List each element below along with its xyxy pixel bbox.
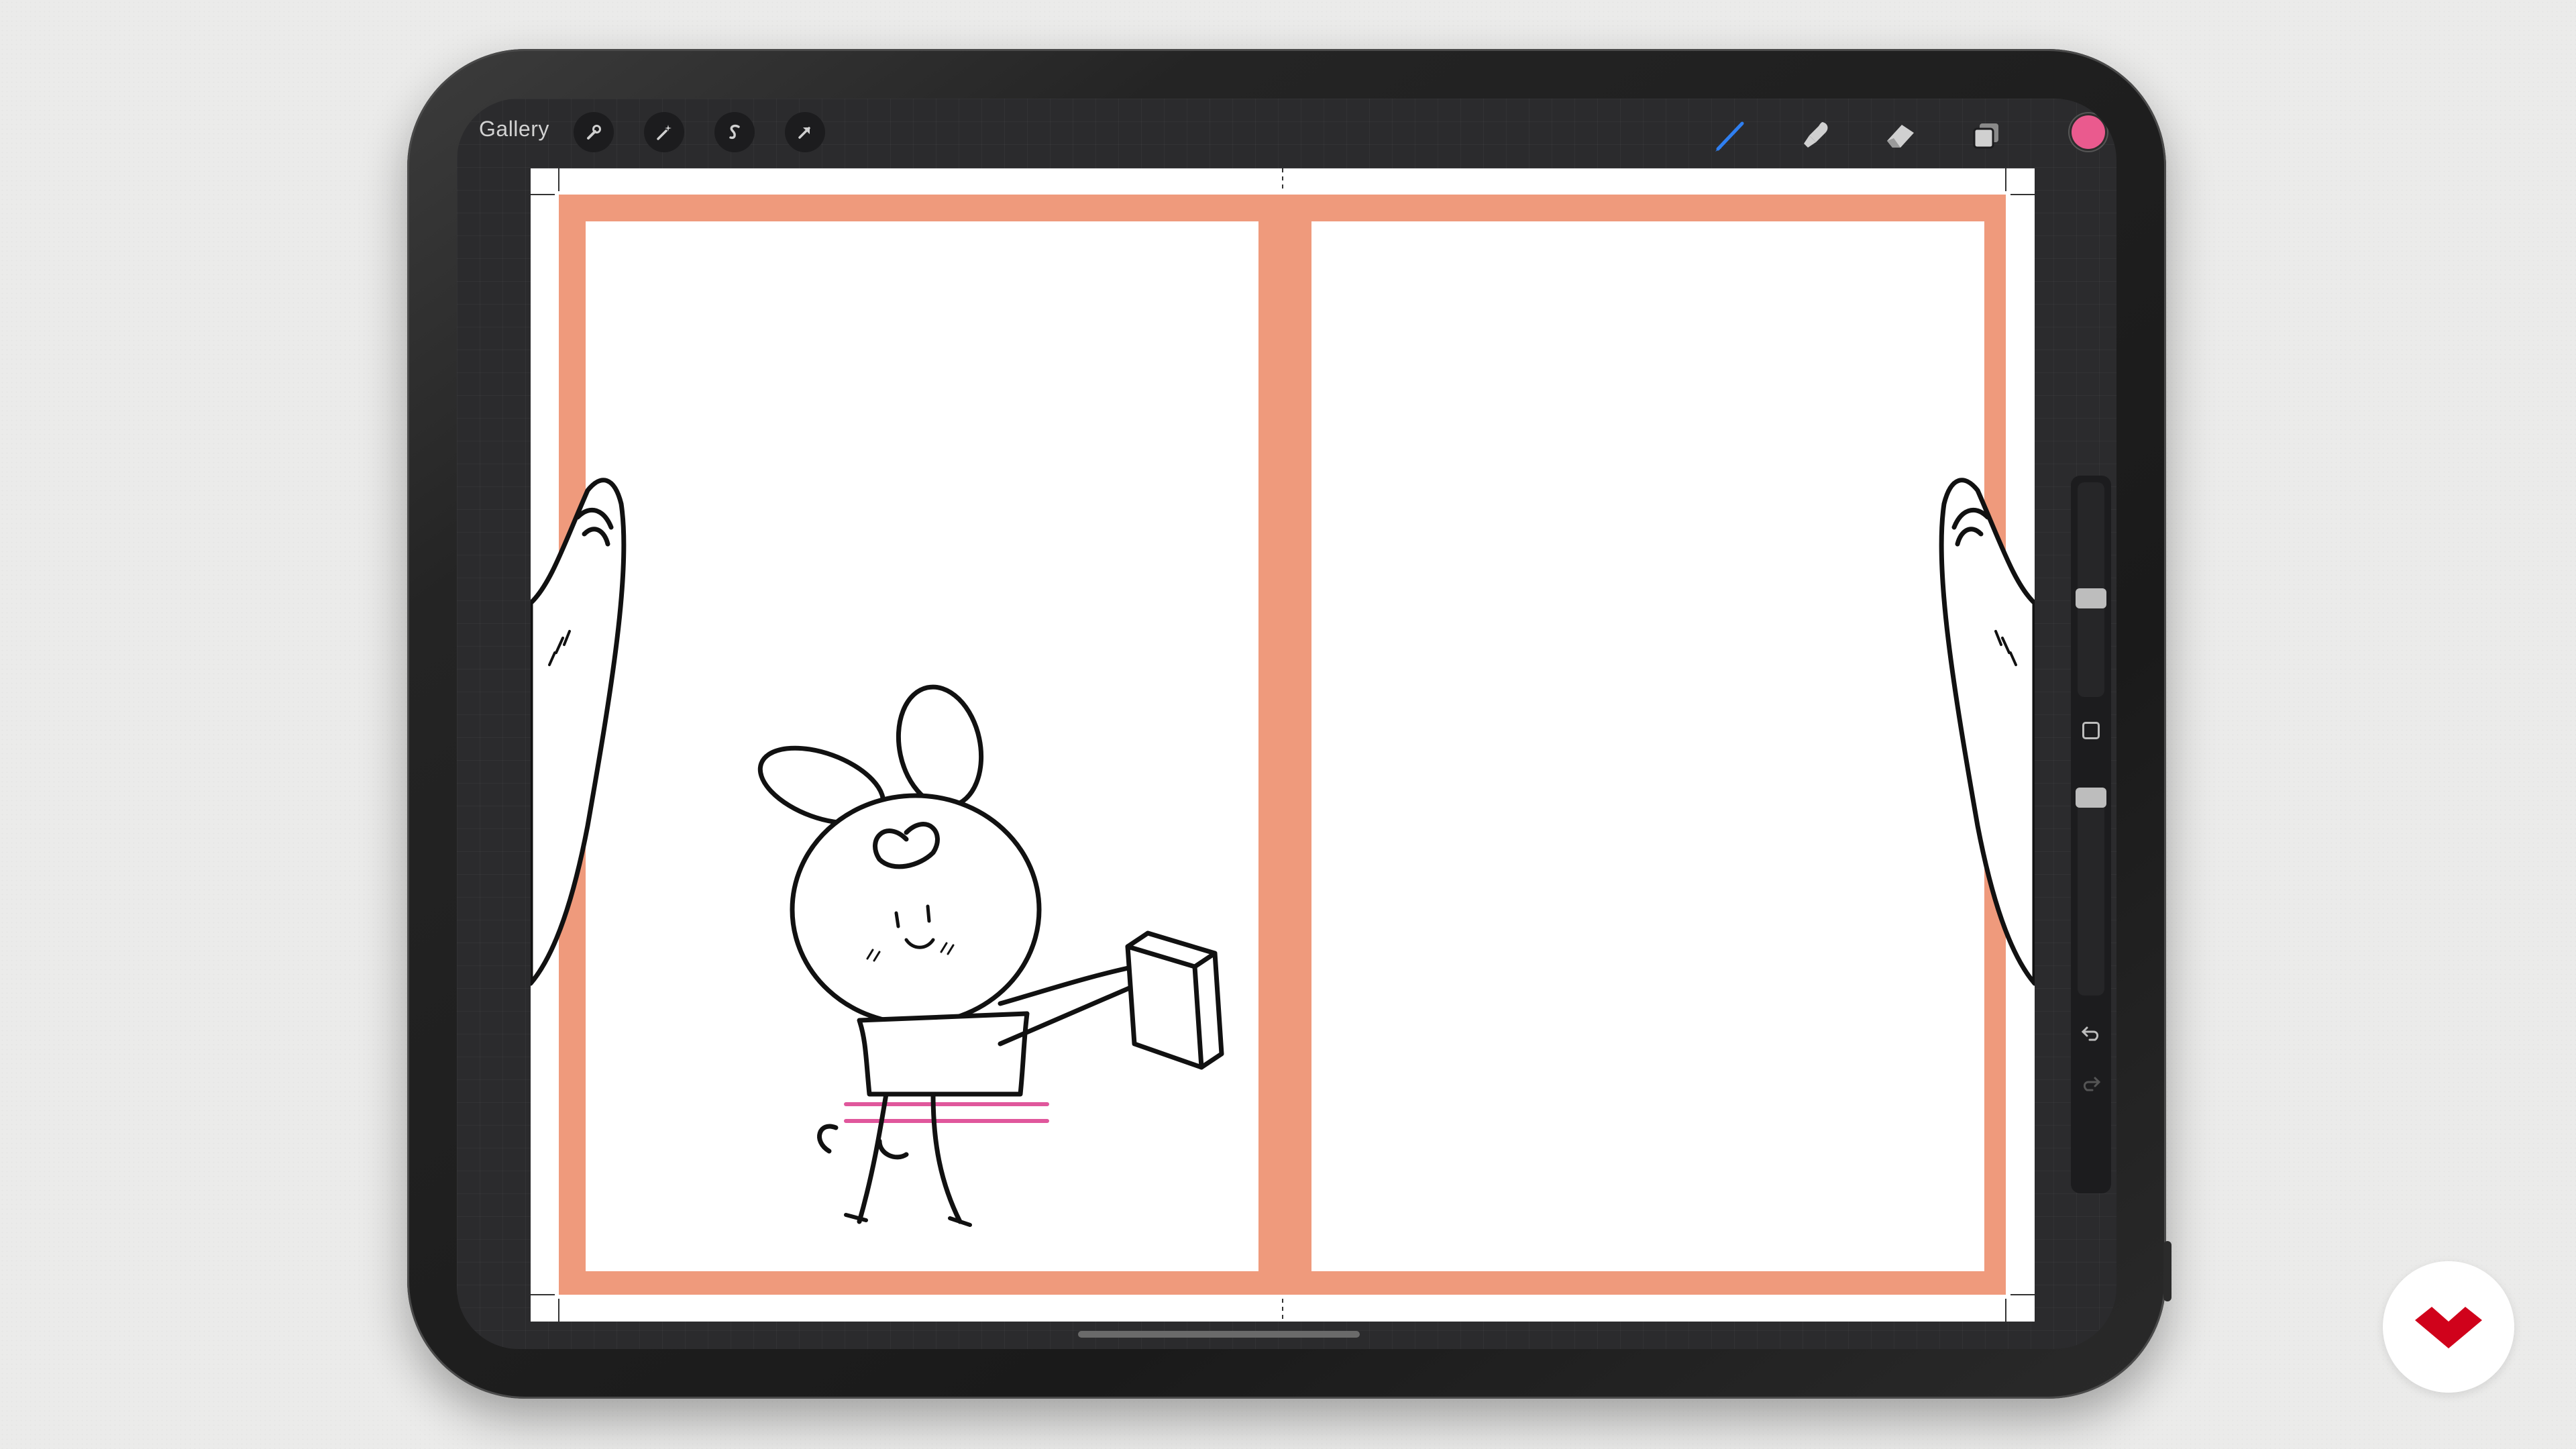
selection-icon bbox=[729, 124, 740, 140]
brush-size-slider[interactable] bbox=[2076, 482, 2106, 697]
volume-button bbox=[2163, 1241, 2171, 1301]
eraser-icon bbox=[1887, 125, 1914, 148]
undo-icon bbox=[2081, 1026, 2099, 1041]
layers-button[interactable] bbox=[1963, 112, 2010, 159]
wrench-icon bbox=[587, 125, 601, 140]
magic-wand-icon bbox=[657, 125, 672, 140]
smudge-icon bbox=[1804, 122, 1828, 148]
color-picker-button[interactable] bbox=[2072, 115, 2105, 149]
transform-button[interactable] bbox=[785, 112, 825, 152]
redo-icon bbox=[2083, 1077, 2101, 1091]
brush-button[interactable] bbox=[1707, 112, 1754, 159]
home-indicator bbox=[1078, 1331, 1360, 1338]
brush-size-handle[interactable] bbox=[2076, 588, 2106, 608]
transform-arrow-icon bbox=[798, 127, 810, 139]
opacity-handle[interactable] bbox=[2076, 788, 2106, 808]
right-page bbox=[1311, 221, 1984, 1271]
actions-button[interactable] bbox=[574, 112, 614, 152]
brush-icon bbox=[1715, 121, 1744, 152]
domestika-logo-icon bbox=[2415, 1307, 2482, 1348]
modify-button[interactable] bbox=[2082, 722, 2100, 739]
opacity-slider[interactable] bbox=[2076, 788, 2106, 996]
right-sidebar bbox=[2071, 476, 2111, 1193]
top-toolbar: Gallery bbox=[457, 99, 2116, 166]
undo-button[interactable] bbox=[2079, 1022, 2103, 1046]
smudge-button[interactable] bbox=[1792, 112, 1839, 159]
layers-icon bbox=[1973, 123, 1998, 149]
procreate-screen: Gallery bbox=[457, 99, 2116, 1349]
drawing-canvas[interactable] bbox=[528, 168, 2037, 1322]
selection-button[interactable] bbox=[714, 112, 755, 152]
eraser-button[interactable] bbox=[1877, 112, 1924, 159]
adjustments-button[interactable] bbox=[644, 112, 684, 152]
redo-button[interactable] bbox=[2079, 1073, 2103, 1097]
gallery-button[interactable]: Gallery bbox=[479, 117, 549, 142]
artwork bbox=[528, 168, 2037, 1322]
domestika-logo bbox=[2383, 1261, 2514, 1393]
